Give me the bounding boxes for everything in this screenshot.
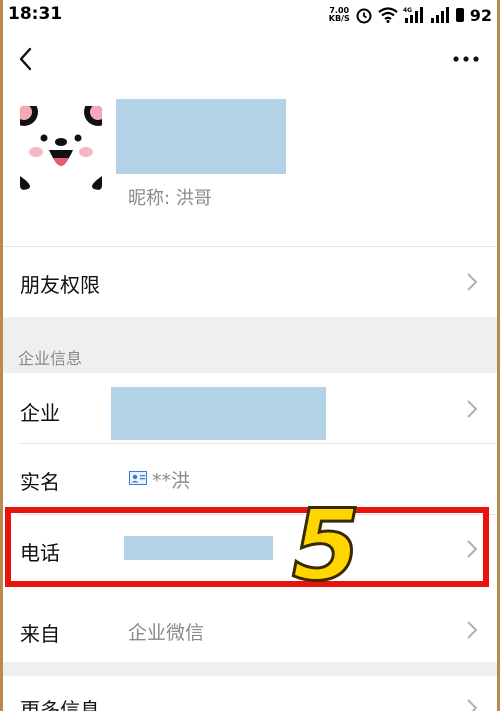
chevron-right-icon [467,540,478,558]
name-redaction [116,99,286,174]
status-icons: 7.00 KB/S 4G 92 [329,3,492,27]
battery-level: 92 [469,5,492,25]
status-bar: 18:31 7.00 KB/S 4G 92 [0,0,500,30]
nickname: 昵称: 洪哥 [128,184,212,210]
friend-permissions-row[interactable]: 朋友权限 [0,247,500,317]
company-redaction [111,387,326,440]
more-info-label: 更多信息 [20,698,100,711]
svg-text:4G: 4G [403,7,412,14]
nickname-label: 昵称: [128,188,171,209]
avatar[interactable] [20,106,102,190]
battery-icon [455,8,464,22]
nickname-value: 洪哥 [175,188,212,209]
signal-4g-icon: 4G [403,7,423,23]
chevron-right-icon [467,273,478,291]
phone-label: 电话 [20,541,60,565]
more-info-row[interactable]: 更多信息 [0,676,500,711]
nav-bar [0,30,500,88]
company-label: 企业 [20,401,60,425]
from-value: 企业微信 [128,622,205,644]
back-arrow-icon[interactable] [14,44,40,74]
network-speed: 7.00 KB/S [329,7,350,23]
section-gap [0,662,500,676]
wifi-icon [378,7,398,23]
status-time: 18:31 [8,4,63,24]
network-speed-unit: KB/S [328,14,350,23]
alarm-icon [356,8,372,24]
more-options-icon[interactable] [452,52,480,66]
enterprise-section-header: 企业信息 [0,317,500,373]
signal-icon [430,7,449,23]
id-card-icon [129,471,147,485]
realname-row: 实名 **洪 [0,444,500,514]
profile-header: 昵称: 洪哥 [0,88,500,248]
enterprise-section-title: 企业信息 [18,349,83,368]
company-row[interactable]: 企业 [0,373,500,443]
chevron-right-icon [467,400,478,418]
realname-label: 实名 [20,470,60,494]
phone-redaction [124,536,273,560]
from-row[interactable]: 来自 企业微信 [0,596,500,662]
phone-row[interactable]: 电话 [0,515,500,585]
friend-permissions-label: 朋友权限 [20,273,100,297]
realname-value: **洪 [152,470,191,492]
chevron-right-icon [467,621,478,639]
from-label: 来自 [20,622,60,646]
bear-avatar-icon [20,106,102,190]
chevron-right-icon [467,699,478,711]
